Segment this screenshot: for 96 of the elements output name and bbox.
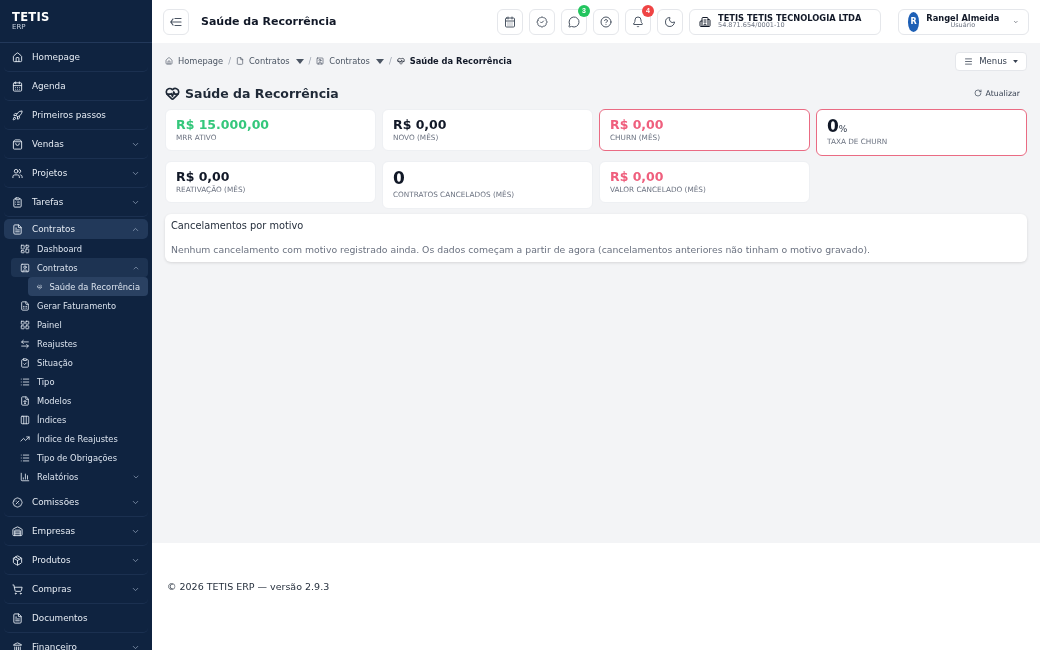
collapse-icon: [170, 16, 182, 27]
nav-item[interactable]: Compras: [4, 575, 148, 604]
nav-subitem[interactable]: Tipo: [11, 372, 148, 391]
building-icon: [699, 15, 711, 28]
nav-icon: [12, 138, 23, 150]
breadcrumb-separator: /: [228, 56, 232, 66]
nav-subitem[interactable]: Situação: [11, 353, 148, 372]
page-title: Saúde da Recorrência: [185, 85, 339, 101]
panel-title: Cancelamentos por motivo: [171, 219, 305, 231]
metric-value: 0%: [827, 116, 849, 137]
nav-icon: [20, 338, 30, 349]
nav-subitem[interactable]: Relatórios: [11, 467, 148, 486]
moon-button[interactable]: [657, 8, 683, 35]
nav-icon: [20, 319, 30, 330]
nav-icon: [12, 612, 23, 624]
metric-value: R$ 0,00: [610, 169, 665, 185]
nav-item[interactable]: Vendas: [4, 130, 148, 159]
breadcrumb-link[interactable]: Contratos: [249, 56, 304, 66]
nav-item[interactable]: Contratos: [4, 219, 148, 239]
nav-item[interactable]: Documentos: [4, 604, 148, 633]
help-icon: [600, 15, 612, 28]
nav-subitem[interactable]: Índice de Reajustes: [11, 429, 148, 448]
footer-text: © 2026 TETIS ERP — versão 2.9.3: [167, 581, 330, 592]
contract-icon: [316, 57, 325, 65]
nav-subitem[interactable]: Índices: [11, 410, 148, 429]
nav-item[interactable]: Empresas: [4, 517, 148, 546]
breadcrumb-separator: /: [308, 56, 312, 66]
nav-subitem[interactable]: Dashboard: [11, 239, 148, 258]
nav-item[interactable]: Comissões: [4, 488, 148, 517]
nav-item[interactable]: Financeiro: [4, 633, 148, 650]
nav-subitem[interactable]: Tipo de Obrigações: [11, 448, 148, 467]
nav-item[interactable]: Primeiros passos: [4, 101, 148, 130]
logo-name: TETIS: [12, 12, 51, 24]
metric-value: R$ 0,00: [393, 117, 448, 132]
nav-subitem[interactable]: Reajustes: [11, 334, 148, 353]
menu-icon: [964, 56, 974, 66]
nav-icon: [12, 196, 23, 208]
house-icon: [165, 57, 173, 65]
nav-icon: [12, 109, 23, 121]
nav-icon: [12, 51, 23, 63]
nav-subitem[interactable]: Gerar Faturamento: [11, 296, 148, 315]
metric-value: R$ 15.000,00: [176, 117, 271, 132]
heart-pulse-icon: [165, 85, 180, 101]
nav-icon: [12, 554, 23, 566]
moon-icon: [664, 15, 676, 28]
nav-icon: [12, 583, 23, 595]
calendar-icon: [504, 15, 516, 28]
caret-icon: [375, 58, 384, 64]
nav-icon: [12, 496, 23, 508]
metric-value: R$ 0,00: [176, 169, 231, 185]
nav-subitem[interactable]: Contratos: [11, 258, 148, 277]
nav-icon: [20, 433, 30, 444]
nav-icon: [12, 167, 23, 179]
page-header-title: Saúde da Recorrência: [201, 15, 338, 28]
nav-subitem[interactable]: Painel: [11, 315, 148, 334]
heart-pulse-icon: [396, 57, 405, 65]
file-icon: [236, 57, 245, 65]
nav-icon: [20, 300, 30, 311]
collapse-sidebar-button[interactable]: [163, 8, 189, 35]
nav-item[interactable]: Tarefas: [4, 188, 148, 217]
nav-icon: [12, 223, 23, 235]
nav-icon: [20, 243, 30, 254]
nav-icon: [12, 80, 23, 92]
nav-item[interactable]: Agenda: [4, 72, 148, 101]
empty-message: Nenhum cancelamento com motivo registrado ainda. Os dados começam a partir de agora (cancelamentos anteriores não tinham o motivo gravado).: [171, 243, 871, 255]
help-button[interactable]: [593, 8, 619, 35]
nav-icon: [12, 525, 23, 537]
nav-item[interactable]: Projetos: [4, 159, 148, 188]
nav-icon: [20, 414, 30, 425]
nav-subitem[interactable]: Saúde da Recorrência: [28, 277, 148, 296]
refresh-icon: [973, 89, 982, 97]
metric-value: 0: [393, 168, 406, 189]
nav-icon: [20, 357, 30, 368]
nav-icon: [20, 262, 30, 273]
metric-value: R$ 0,00: [610, 117, 665, 132]
user-avatar: R: [908, 11, 920, 32]
nav-icon: [20, 376, 30, 387]
breadcrumb-separator: /: [388, 56, 392, 66]
chat-icon: [568, 15, 580, 28]
bell-icon: [632, 15, 644, 28]
nav-icon: [20, 452, 30, 463]
check-badge-icon: [536, 15, 548, 28]
breadcrumb-link[interactable]: Contratos: [329, 56, 384, 66]
nav-item[interactable]: Homepage: [4, 43, 148, 72]
breadcrumb-link[interactable]: Saúde da Recorrência: [409, 56, 512, 66]
nav-item[interactable]: Produtos: [4, 546, 148, 575]
menus-button[interactable]: Menus: [955, 51, 1027, 71]
nav-icon: [12, 641, 23, 650]
nav-icon: [20, 471, 30, 482]
calendar-button[interactable]: [497, 8, 523, 35]
caret-icon: [1013, 59, 1018, 63]
breadcrumb-link[interactable]: Homepage: [178, 56, 224, 66]
nav-subitem[interactable]: Modelos: [11, 391, 148, 410]
caret-icon: [295, 58, 304, 64]
nav-icon: [20, 395, 30, 406]
check-badge-button[interactable]: [529, 8, 555, 35]
